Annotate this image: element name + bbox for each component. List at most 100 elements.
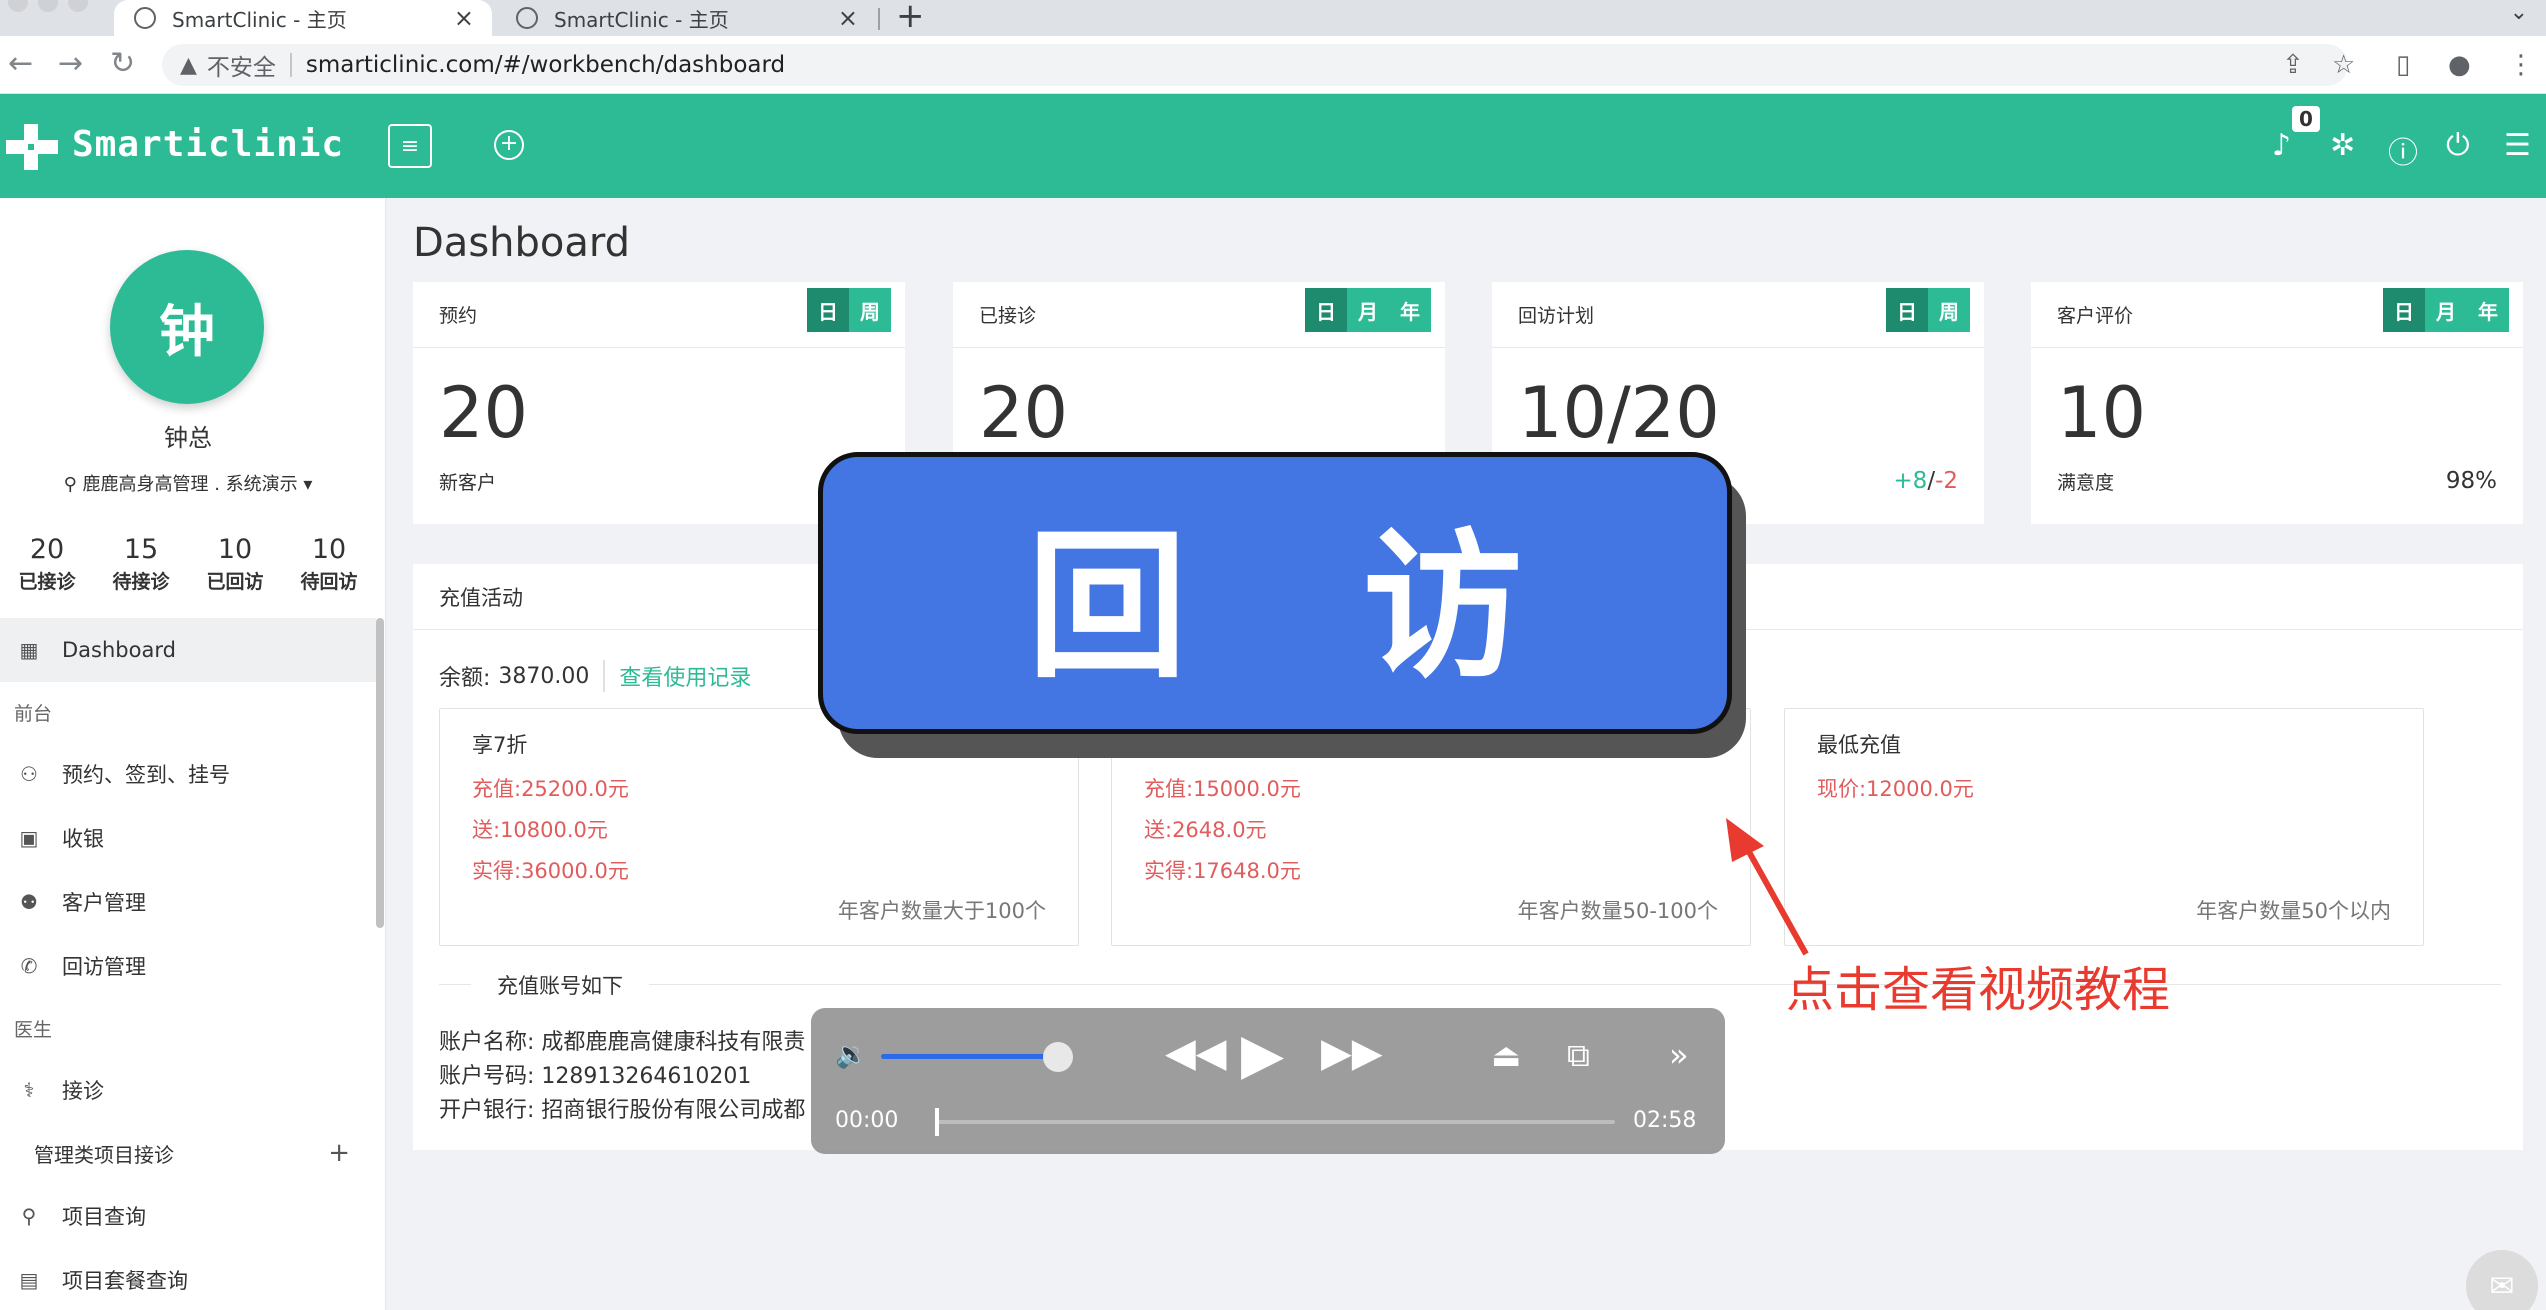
- delta-slash: /: [1927, 468, 1936, 494]
- stat-item: 20 已接诊: [0, 534, 94, 594]
- card-value: 10: [2057, 372, 2147, 454]
- plan-title: 享7折: [472, 733, 528, 757]
- gear-icon[interactable]: ✲: [2330, 128, 2355, 163]
- stat-item: 10 已回访: [188, 534, 282, 594]
- sidebar-item-project-query[interactable]: ⚲ 项目查询: [0, 1184, 376, 1248]
- fast-forward-icon[interactable]: ▶▶: [1321, 1030, 1383, 1076]
- period-week-button[interactable]: 周: [849, 288, 891, 332]
- chevron-down-icon[interactable]: ⌄: [2510, 0, 2528, 25]
- recharge-plan[interactable]: 最低充值 现价:12000.0元 年客户数量50个以内: [1784, 708, 2424, 946]
- sidebar-item-reception[interactable]: ⚕ 接诊: [0, 1058, 376, 1122]
- seek-handle[interactable]: [935, 1108, 939, 1136]
- help-icon[interactable]: ⓘ: [2388, 128, 2418, 172]
- cash-icon: ▣: [19, 826, 39, 850]
- menu-toggle-button[interactable]: ≡: [388, 124, 432, 168]
- share-icon[interactable]: ⇪: [2282, 50, 2304, 80]
- card-label: 已接诊: [979, 305, 1037, 327]
- sidebar-item-appointments[interactable]: ⚇ 预约、签到、挂号: [0, 742, 376, 806]
- sidebar-item-followup[interactable]: ✆ 回访管理: [0, 934, 376, 998]
- globe-icon: [134, 7, 156, 29]
- sidebar-item-cashier[interactable]: ▣ 收银: [0, 806, 376, 870]
- url-field[interactable]: ▲ 不安全 smarticlinic.com/#/workbench/dashb…: [162, 44, 2348, 86]
- sidebar-item-label: Dashboard: [62, 638, 176, 662]
- window-controls[interactable]: [8, 0, 88, 12]
- period-year-button[interactable]: 年: [1389, 288, 1431, 332]
- period-month-button[interactable]: 月: [2425, 288, 2467, 332]
- volume-knob[interactable]: [1043, 1042, 1073, 1072]
- plan-line: 实得:17648.0元: [1144, 859, 1301, 883]
- add-icon[interactable]: +: [494, 130, 524, 160]
- power-icon[interactable]: ⏻: [2446, 128, 2470, 163]
- stat-label: 待回访: [300, 571, 358, 593]
- period-day-button[interactable]: 日: [2383, 288, 2425, 332]
- period-toggle: 日 周: [807, 288, 891, 332]
- reload-icon[interactable]: ↻: [110, 46, 135, 81]
- video-banner[interactable]: 回 访: [818, 452, 1732, 734]
- more-controls-icon[interactable]: »: [1669, 1036, 1689, 1074]
- pip-icon[interactable]: ⧉: [1567, 1036, 1590, 1075]
- seek-bar[interactable]: [937, 1120, 1615, 1124]
- card-value: 20: [439, 372, 529, 454]
- video-player-controls: 🔉 ◀◀ ▶ ▶▶ ⏏ ⧉ » 00:00 02:58: [811, 1008, 1725, 1154]
- card-sub: 新客户: [439, 472, 497, 494]
- rewind-icon[interactable]: ◀◀: [1165, 1030, 1227, 1076]
- airplay-icon[interactable]: ⏏: [1491, 1036, 1521, 1074]
- forward-icon[interactable]: →: [58, 46, 83, 81]
- new-tab-icon[interactable]: +: [896, 0, 925, 36]
- browser-tab[interactable]: SmartClinic - 主页 ×: [496, 0, 876, 36]
- current-time: 00:00: [835, 1108, 899, 1133]
- chat-icon[interactable]: ✉: [2466, 1250, 2538, 1310]
- period-day-button[interactable]: 日: [807, 288, 849, 332]
- sidebar-item-label: 客户管理: [62, 891, 146, 915]
- sidepanel-icon[interactable]: ▯: [2396, 50, 2410, 80]
- star-icon[interactable]: ☆: [2332, 50, 2355, 80]
- sidebar-item-label: 项目套餐查询: [62, 1269, 188, 1293]
- play-icon[interactable]: ▶: [1241, 1022, 1284, 1087]
- video-hint-text[interactable]: 点击查看视频教程: [1786, 950, 2170, 1020]
- sidebar-item-customers[interactable]: ⚉ 客户管理: [0, 870, 376, 934]
- period-day-button[interactable]: 日: [1305, 288, 1347, 332]
- user-name: 钟总: [164, 424, 212, 452]
- satisfaction-value: 98%: [2445, 468, 2497, 494]
- close-icon[interactable]: ×: [838, 4, 858, 32]
- page-title: Dashboard: [413, 220, 631, 266]
- account-name: 账户名称: 成都鹿鹿高健康科技有限责: [439, 1030, 806, 1055]
- close-icon[interactable]: ×: [454, 4, 474, 32]
- card-label: 回访计划: [1518, 305, 1595, 327]
- account-bank: 开户银行: 招商银行股份有限公司成都: [439, 1098, 806, 1123]
- period-day-button[interactable]: 日: [1886, 288, 1928, 332]
- plan-line: 送:10800.0元: [472, 818, 608, 842]
- profile-icon[interactable]: ●: [2448, 50, 2471, 80]
- usage-history-link[interactable]: 查看使用记录: [603, 660, 751, 692]
- expand-plus-icon[interactable]: +: [328, 1138, 350, 1168]
- balance-row: 余额: 3870.00 查看使用记录: [439, 660, 751, 692]
- plan-line: 送:2648.0元: [1144, 818, 1267, 842]
- sidebar-item-dashboard[interactable]: ▦ Dashboard: [0, 618, 376, 682]
- sidebar-item-mgmt-reception[interactable]: 管理类项目接诊 +: [0, 1122, 376, 1184]
- collapse-icon[interactable]: ☰: [2504, 128, 2531, 163]
- back-icon[interactable]: ←: [8, 46, 33, 81]
- period-year-button[interactable]: 年: [2467, 288, 2509, 332]
- plan-title: 最低充值: [1817, 733, 1901, 757]
- sidebar-item-package-query[interactable]: ▤ 项目套餐查询: [0, 1248, 376, 1310]
- sidebar-scrollbar[interactable]: [376, 618, 384, 928]
- plan-line: 充值:15000.0元: [1144, 777, 1301, 801]
- nav-group-front: 前台: [14, 702, 53, 725]
- avatar[interactable]: 钟: [110, 250, 264, 404]
- browser-tab-active[interactable]: SmartClinic - 主页 ×: [114, 0, 492, 36]
- address-bar: ← → ↻ ▲ 不安全 smarticlinic.com/#/workbench…: [0, 36, 2546, 94]
- stat-item: 10 待回访: [282, 534, 376, 594]
- volume-icon[interactable]: 🔉: [835, 1040, 867, 1070]
- stethoscope-icon: ⚕: [23, 1078, 35, 1102]
- period-week-button[interactable]: 周: [1928, 288, 1970, 332]
- volume-track[interactable]: [881, 1054, 1061, 1059]
- sidebar-nav: ▦ Dashboard 前台 ⚇ 预约、签到、挂号 ▣ 收银 ⚉ 客户管理 ✆ 回访管理 …: [0, 618, 376, 1310]
- location-icon: ⚲: [63, 474, 77, 495]
- more-icon[interactable]: ⋮: [2508, 50, 2534, 80]
- period-month-button[interactable]: 月: [1347, 288, 1389, 332]
- bell-icon[interactable]: ♪: [2272, 128, 2291, 163]
- stat-label: 待接诊: [112, 571, 170, 593]
- card-value: 10/20: [1518, 372, 1720, 454]
- plan-line: 现价:12000.0元: [1817, 777, 1974, 801]
- org-selector[interactable]: ⚲ 鹿鹿高身高管理 . 系统演示 ▾: [0, 470, 376, 496]
